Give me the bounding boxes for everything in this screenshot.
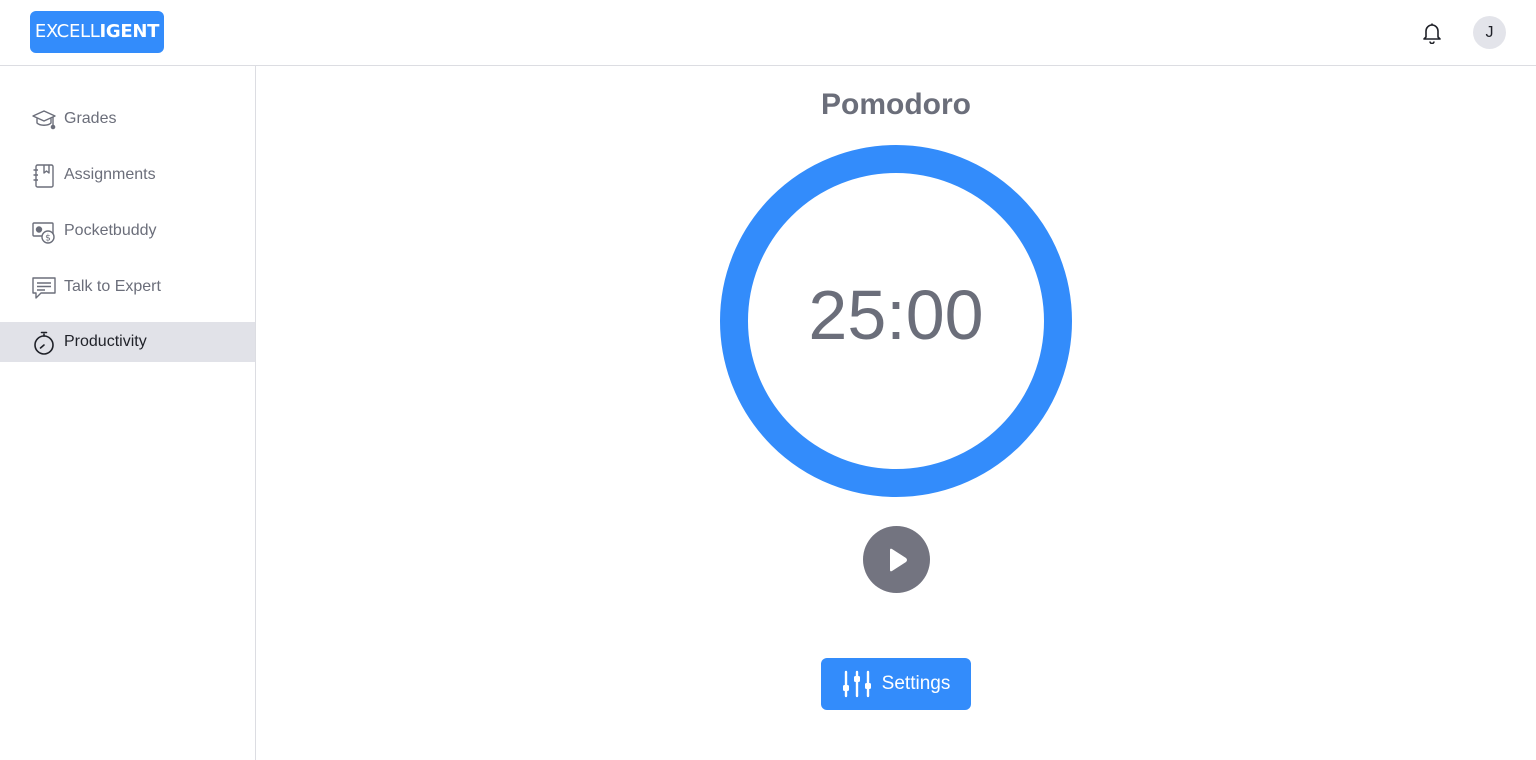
timer-display: 25:00 bbox=[808, 276, 984, 354]
logo-text-bold: IGENT bbox=[99, 21, 160, 42]
bell-icon[interactable] bbox=[1419, 20, 1445, 46]
avatar[interactable]: J bbox=[1473, 16, 1506, 49]
sidebar-item-assignments[interactable]: Assignments bbox=[0, 155, 255, 195]
sidebar: Grades Assignments $ Pocketbuddy Talk to… bbox=[0, 66, 256, 760]
sidebar-item-productivity[interactable]: Productivity bbox=[0, 322, 255, 362]
settings-button[interactable]: Settings bbox=[821, 658, 971, 710]
notebook-icon bbox=[31, 163, 57, 189]
app-logo[interactable]: EXCELLIGENT bbox=[30, 11, 164, 53]
page-title: Pomodoro bbox=[821, 88, 971, 121]
top-bar: EXCELLIGENT J bbox=[0, 0, 1536, 66]
chat-icon bbox=[31, 275, 57, 301]
settings-label: Settings bbox=[881, 673, 951, 694]
sidebar-item-grades[interactable]: Grades bbox=[0, 99, 255, 139]
play-icon bbox=[884, 546, 910, 574]
sidebar-item-label: Productivity bbox=[64, 333, 147, 350]
sidebar-item-label: Assignments bbox=[64, 166, 156, 183]
sidebar-item-talk-to-expert[interactable]: Talk to Expert bbox=[0, 267, 255, 307]
play-button[interactable] bbox=[863, 526, 930, 593]
sidebar-item-label: Talk to Expert bbox=[64, 278, 161, 295]
graduation-cap-icon bbox=[31, 107, 57, 133]
sidebar-item-pocketbuddy[interactable]: $ Pocketbuddy bbox=[0, 211, 255, 251]
svg-text:$: $ bbox=[45, 234, 51, 244]
sidebar-item-label: Grades bbox=[64, 110, 117, 127]
stopwatch-icon bbox=[31, 330, 57, 356]
money-icon: $ bbox=[31, 219, 57, 245]
sliders-icon bbox=[842, 670, 872, 698]
logo-text-light: EXCELL bbox=[34, 21, 100, 42]
sidebar-item-label: Pocketbuddy bbox=[64, 222, 157, 239]
